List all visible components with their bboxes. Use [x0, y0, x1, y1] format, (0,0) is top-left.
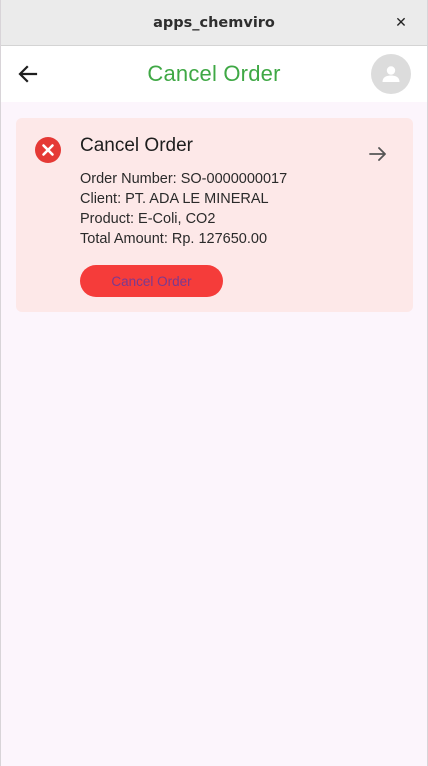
avatar[interactable]: [371, 54, 411, 94]
app-window: apps_chemviro ✕ Cancel Order Cancel Orde…: [0, 0, 428, 766]
person-icon: [382, 66, 400, 82]
cancel-order-button[interactable]: Cancel Order: [80, 265, 223, 297]
card-title: Cancel Order: [80, 135, 193, 156]
card-body: Cancel Order Order Number: SO-0000000017…: [80, 135, 393, 297]
arrow-right-icon[interactable]: [367, 144, 389, 164]
cancel-order-card: Cancel Order Order Number: SO-0000000017…: [16, 118, 413, 312]
order-number: Order Number: SO-0000000017: [80, 171, 288, 187]
product-list: Product: E-Coli, CO2: [80, 211, 216, 227]
cancel-circle-icon: [35, 137, 61, 163]
window-titlebar: apps_chemviro ✕: [1, 0, 427, 46]
client-name: Client: PT. ADA LE MINERAL: [80, 191, 269, 207]
page-title: Cancel Order: [147, 61, 281, 86]
close-icon[interactable]: ✕: [391, 13, 411, 33]
main-content: Cancel Order Order Number: SO-0000000017…: [1, 102, 427, 312]
window-title: apps_chemviro: [153, 14, 275, 31]
order-details: Order Number: SO-0000000017 Client: PT. …: [80, 169, 393, 249]
back-arrow-icon[interactable]: [15, 62, 41, 86]
total-amount: Total Amount: Rp. 127650.00: [80, 231, 268, 247]
app-bar: Cancel Order: [1, 46, 427, 102]
